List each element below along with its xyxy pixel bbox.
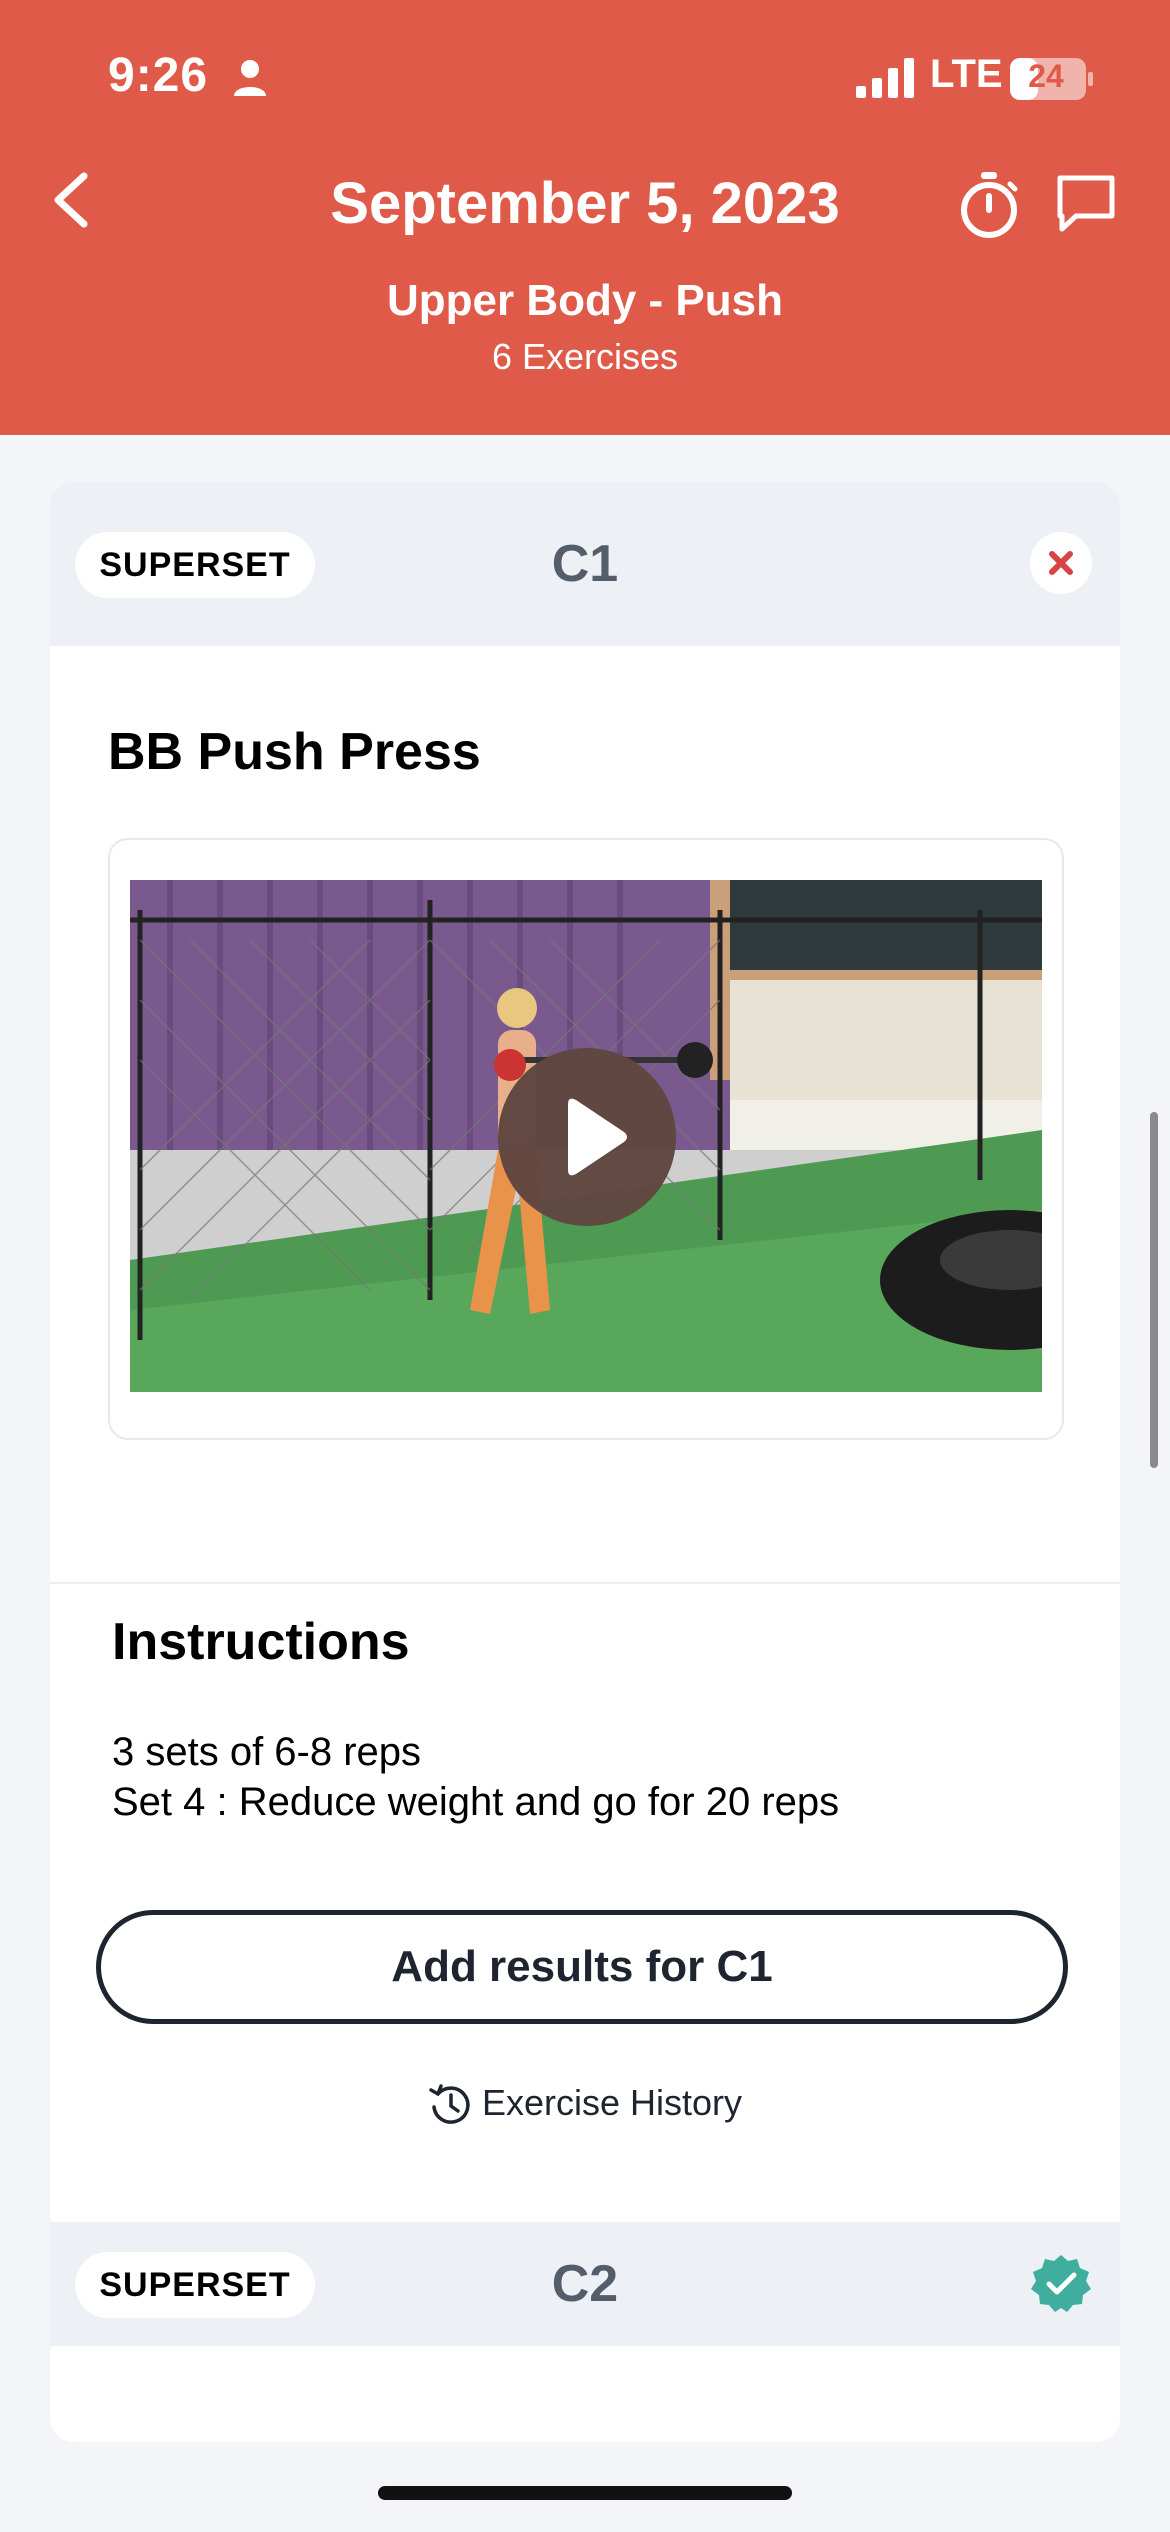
exercise-video[interactable] [130,880,1042,1392]
status-time: 9:26 [108,49,209,102]
chat-icon[interactable] [1054,172,1118,236]
superset-header-c1: SUPERSET C1 [50,482,1120,646]
history-label: Exercise History [481,2082,743,2123]
signal-icon [856,58,914,98]
home-indicator[interactable] [378,2486,792,2500]
close-icon[interactable] [1030,532,1092,594]
exercise-count: 6 Exercises [491,336,679,377]
person-icon [234,60,266,96]
check-badge-icon [1031,2255,1091,2312]
exercise-history-link[interactable]: Exercise History [50,2082,1120,2128]
exercise-name: BB Push Press [108,723,481,781]
history-icon [429,2084,470,2125]
divider [50,1582,1120,1584]
video-card [108,838,1064,1440]
scrollbar[interactable] [1150,1112,1158,1468]
instruction-line: 3 sets of 6-8 reps [112,1730,422,1774]
instruction-line: Set 4 : Reduce weight and go for 20 reps [112,1780,840,1824]
superset-code: C2 [551,2255,619,2313]
network-label: LTE [930,52,1003,96]
workout-card: SUPERSET C1 BB Push Press Instructions 3… [50,482,1120,2442]
add-results-button[interactable]: Add results for C1 [96,1910,1068,2024]
instructions-title: Instructions [112,1613,410,1671]
superset-header-c2: SUPERSET C2 [50,2222,1120,2346]
stopwatch-icon[interactable] [958,170,1020,240]
header-bar: 9:26 LTE 24 September 5, 2023 Upper Body… [0,0,1170,435]
play-icon[interactable] [498,1048,676,1226]
battery-level: 24 [1028,58,1064,94]
workout-name: Upper Body - Push [386,276,784,325]
superset-code: C1 [551,535,619,593]
